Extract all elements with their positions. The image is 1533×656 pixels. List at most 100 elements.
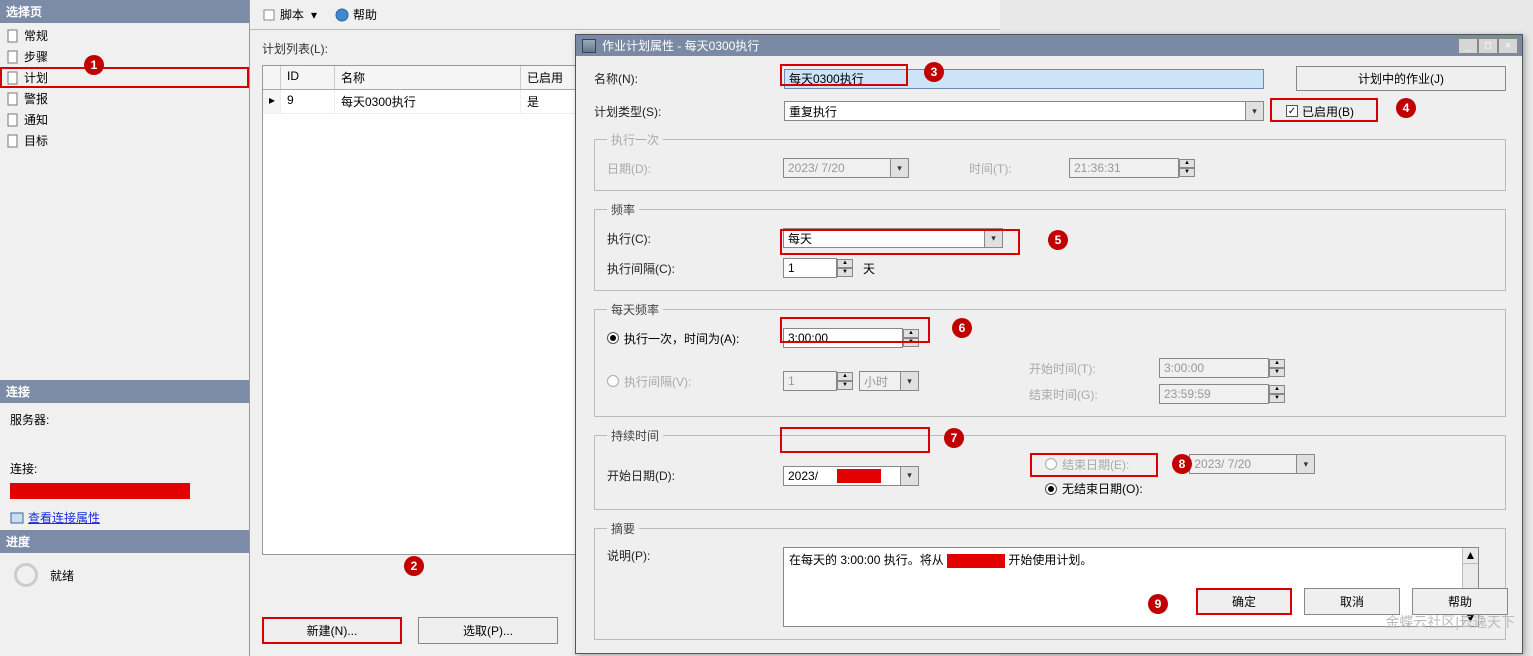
daily-interval-radio[interactable]: 执行间隔(V):	[607, 373, 783, 390]
no-end-date-radio[interactable]: 无结束日期(O):	[1045, 480, 1143, 497]
daily-interval-label: 执行间隔(V):	[624, 373, 691, 390]
chevron-down-icon	[890, 159, 908, 177]
minimize-button[interactable]: _	[1458, 38, 1478, 54]
daily-freq-legend: 每天频率	[607, 301, 663, 318]
connection-label: 连接:	[10, 460, 239, 477]
interval-unit: 天	[863, 260, 875, 277]
page-icon	[6, 29, 20, 43]
dialog-title: 作业计划属性 - 每天0300执行	[602, 37, 759, 54]
chevron-down-icon	[1296, 455, 1314, 473]
end-date-radio[interactable]: 结束日期(E):	[1045, 456, 1129, 473]
exec-combo[interactable]: 每天	[783, 228, 1003, 248]
once-time-input	[1069, 158, 1179, 178]
nav-label: 警报	[24, 90, 48, 107]
start-date-picker[interactable]: 2023/	[783, 466, 919, 486]
start-date-label: 开始日期(D):	[607, 467, 783, 484]
nav-label: 通知	[24, 111, 48, 128]
interval-input[interactable]	[783, 258, 837, 278]
badge-2: 2	[404, 556, 424, 576]
daily-once-label: 执行一次，时间为(A):	[624, 330, 739, 347]
description-textarea[interactable]: 在每天的 3:00:00 执行。将从 开始使用计划。 ▲▼	[783, 547, 1479, 627]
page-icon	[6, 71, 20, 85]
nav-list: 常规 步骤 计划 警报 通知 目标	[0, 23, 249, 153]
badge-9: 9	[1148, 594, 1168, 614]
nav-item-schedule[interactable]: 计划	[0, 67, 249, 88]
script-menu[interactable]: 脚本▾	[262, 6, 317, 23]
no-end-date-label: 无结束日期(O):	[1062, 480, 1143, 497]
col-id[interactable]: ID	[281, 66, 335, 89]
script-icon	[262, 8, 276, 22]
start-time-label: 开始时间(T):	[1029, 360, 1159, 377]
desc-part2: 开始使用计划。	[1008, 553, 1092, 567]
interval-label: 执行间隔(C):	[607, 260, 783, 277]
run-once-group: 执行一次 日期(D): 2023/ 7/20 时间(T): ▲▼	[594, 131, 1506, 191]
exec-label: 执行(C):	[607, 230, 783, 247]
ok-button[interactable]: 确定	[1196, 588, 1292, 615]
nav-label: 步骤	[24, 48, 48, 65]
col-name[interactable]: 名称	[335, 66, 521, 89]
new-button[interactable]: 新建(N)...	[262, 617, 402, 644]
nav-item-notify[interactable]: 通知	[0, 109, 249, 130]
badge-4: 4	[1396, 98, 1416, 118]
view-connection-label: 查看连接属性	[28, 509, 100, 526]
radio-icon	[607, 332, 619, 344]
cell-enabled: 是	[521, 90, 581, 113]
page-icon	[6, 113, 20, 127]
nav-item-general[interactable]: 常规	[0, 25, 249, 46]
name-input[interactable]	[784, 69, 1264, 89]
type-combo[interactable]: 重复执行	[784, 101, 1264, 121]
col-enabled[interactable]: 已启用	[521, 66, 581, 89]
cancel-button[interactable]: 取消	[1304, 588, 1400, 615]
daily-once-time-input[interactable]	[783, 328, 903, 348]
daily-interval-unit-combo: 小时	[859, 371, 919, 391]
progress-section: 进度 就绪	[0, 530, 249, 597]
view-connection-link[interactable]: 查看连接属性	[10, 509, 100, 526]
nav-item-target[interactable]: 目标	[0, 130, 249, 151]
help-menu[interactable]: 帮助	[335, 6, 377, 23]
duration-legend: 持续时间	[607, 427, 663, 444]
properties-icon	[10, 511, 24, 525]
daily-once-radio[interactable]: 执行一次，时间为(A):	[607, 330, 783, 347]
page-icon	[6, 92, 20, 106]
page-icon	[6, 134, 20, 148]
connection-redacted	[10, 483, 190, 499]
nav-item-alerts[interactable]: 警报	[0, 88, 249, 109]
end-time-label: 结束时间(G):	[1029, 386, 1159, 403]
nav-label: 计划	[24, 69, 48, 86]
run-once-legend: 执行一次	[607, 131, 663, 148]
start-date-redacted	[837, 469, 881, 483]
chevron-down-icon	[984, 229, 1002, 247]
radio-icon	[1045, 458, 1057, 470]
end-time-input	[1159, 384, 1269, 404]
description-label: 说明(P):	[607, 547, 783, 564]
daily-frequency-group: 每天频率 执行一次，时间为(A): ▲▼ 执行间隔(V): ▲▼ 小时 开始时间…	[594, 301, 1506, 417]
badge-5: 5	[1048, 230, 1068, 250]
row-handle[interactable]: ▸	[263, 90, 281, 113]
enabled-checkbox[interactable]: ✓ 已启用(B)	[1286, 103, 1354, 120]
enabled-label: 已启用(B)	[1302, 103, 1354, 120]
summary-legend: 摘要	[607, 520, 639, 537]
help-label: 帮助	[353, 6, 377, 23]
script-label: 脚本	[280, 6, 304, 23]
end-date-picker: 2023/ 7/20	[1189, 454, 1315, 474]
close-button[interactable]: ✕	[1498, 38, 1518, 54]
maximize-button[interactable]: □	[1478, 38, 1498, 54]
exec-value: 每天	[788, 230, 812, 247]
jobs-in-schedule-button[interactable]: 计划中的作业(J)	[1296, 66, 1506, 91]
dialog-icon	[582, 39, 596, 53]
titlebar[interactable]: 作业计划属性 - 每天0300执行 _ □ ✕	[576, 35, 1522, 56]
nav-item-steps[interactable]: 步骤	[0, 46, 249, 67]
nav-label: 常规	[24, 27, 48, 44]
help-button[interactable]: 帮助	[1412, 588, 1508, 615]
name-label: 名称(N):	[594, 70, 784, 87]
chevron-down-icon	[1245, 102, 1263, 120]
server-label: 服务器:	[10, 411, 239, 428]
badge-3: 3	[924, 62, 944, 82]
checkbox-icon: ✓	[1286, 105, 1298, 117]
chevron-down-icon	[900, 372, 918, 390]
badge-6: 6	[952, 318, 972, 338]
pick-button[interactable]: 选取(P)...	[418, 617, 558, 644]
nav-label: 目标	[24, 132, 48, 149]
progress-header: 进度	[0, 530, 249, 553]
once-time-label: 时间(T):	[969, 160, 1069, 177]
